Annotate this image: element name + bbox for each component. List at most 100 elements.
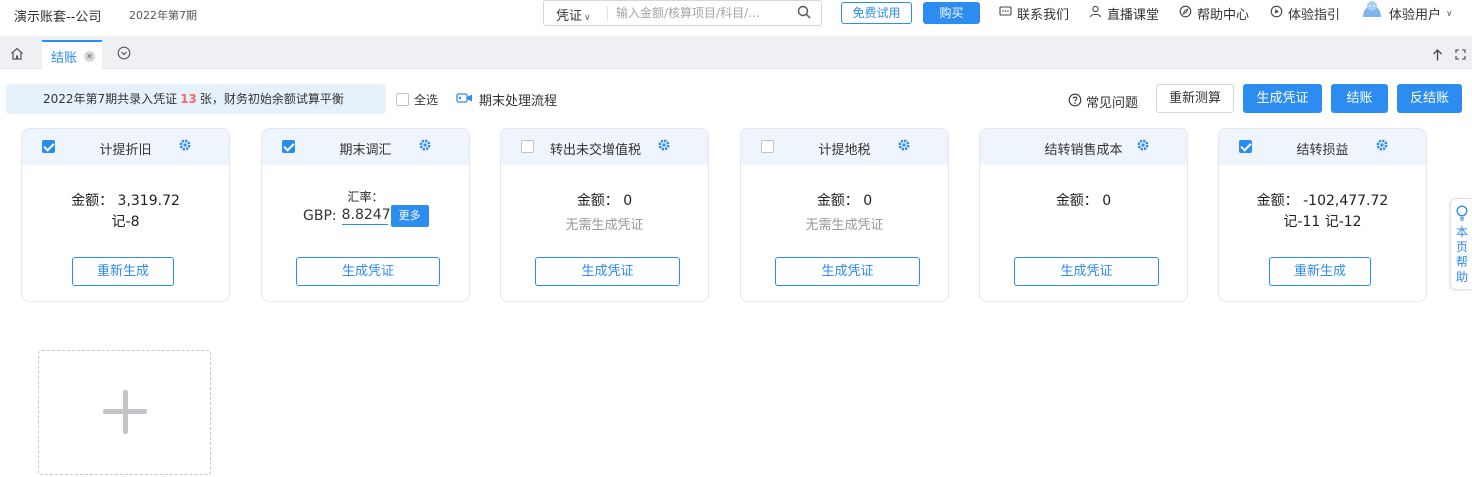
amount-label: 金额： [816,193,859,209]
rate-row: GBP: 8.8247 更多 [303,205,429,227]
plus-vertical [123,390,128,434]
amount-label: 金额： [1055,193,1098,209]
card-amount: 金额： 0 [501,190,708,210]
notice-suffix: 张，财务初始余额试算平衡 [199,92,344,106]
card-header: 计提折旧 [22,129,229,165]
search-type-label: 凭证 [556,9,583,24]
page-help-label: 本页帮助 [1455,225,1468,284]
close-icon[interactable]: ✕ [84,51,95,62]
free-trial-button[interactable]: 免费试用 [841,2,912,24]
card-amount: 金额： 3,319.72 [22,190,229,210]
flow-link-label: 期末处理流程 [479,94,558,109]
card-title: 结转损益 [1296,143,1349,158]
card-amount: 金额： 0 [741,190,948,210]
fullscreen-icon[interactable] [1455,49,1466,64]
live-class-link[interactable]: 直播课堂 [1089,4,1159,23]
checkbox-box [396,93,409,106]
gear-icon[interactable] [419,139,431,155]
accounting-period: 2022年第7期 [129,9,197,22]
search-icon[interactable] [797,5,812,24]
card-header: 结转损益 [1219,129,1426,165]
divider [607,6,608,21]
rate-input[interactable]: 8.8247 [341,207,391,225]
amount-value: 0 [863,193,873,209]
card-title: 转出未交增值税 [549,143,641,158]
card-amount: 金额： 0 [980,190,1187,210]
card-title: 计提地税 [818,143,871,158]
card-vat-transfer: 转出未交增值税 金额： 0 无需生成凭证 生成凭证 [500,128,709,302]
tab-close-period[interactable]: 结账 ✕ [42,40,102,69]
gear-icon[interactable] [898,139,910,155]
chevron-down-icon: ∨ [1446,8,1453,19]
reverse-close-button[interactable]: 反结账 [1397,84,1462,113]
amount-value: 0 [1102,193,1112,209]
regenerate-button[interactable]: 重新生成 [72,257,174,286]
live-class-label: 直播课堂 [1107,8,1160,23]
card-header: 转出未交增值税 [501,129,708,165]
card-title: 期末调汇 [339,143,392,158]
card-amount: 金额： -102,477.72 [1219,190,1426,210]
close-period-button[interactable]: 结账 [1331,84,1388,113]
amount-label: 金额： [1256,193,1299,209]
faq-label: 常见问题 [1086,96,1139,111]
user-menu[interactable]: 体验用户 ∨ [1389,4,1453,23]
generate-voucher-button[interactable]: 生成凭证 [1014,257,1159,286]
no-voucher-note: 无需生成凭证 [805,218,884,233]
person-icon [1089,5,1102,22]
voucher-ref[interactable]: 记-8 [22,211,229,231]
chat-icon [999,5,1012,22]
card-header: 计提地税 [741,129,948,165]
help-center-label: 帮助中心 [1197,8,1250,23]
search-type-select[interactable]: 凭证 ∨ [556,5,591,24]
company-name[interactable]: 演示账套--公司 [14,6,101,25]
compass-icon [1179,5,1192,22]
experience-guide-link[interactable]: 体验指引 [1270,4,1340,23]
video-icon [456,92,473,108]
avatar[interactable] [1361,0,1383,18]
voucher-summary-notice: 2022年第7期共录入凭证 13 张，财务初始余额试算平衡 [6,84,386,114]
select-all-checkbox[interactable]: 全选 [396,91,438,108]
play-icon [1270,5,1283,22]
experience-guide-label: 体验指引 [1288,8,1341,23]
user-name: 体验用户 [1389,8,1442,23]
home-icon[interactable] [10,47,24,64]
period-end-flow-link[interactable]: 期末处理流程 [456,90,557,109]
search-input[interactable] [616,4,786,22]
tab-list-icon[interactable] [117,46,131,64]
card-exchange-adjust: 期末调汇 汇率： GBP: 8.8247 更多 生成凭证 [261,128,470,302]
amount-label: 金额： [576,193,619,209]
gear-icon[interactable] [658,139,670,155]
generate-voucher-button[interactable]: 生成凭证 [535,257,680,286]
amount-value: -102,477.72 [1303,193,1389,209]
generate-voucher-button[interactable]: 生成凭证 [296,257,440,286]
notice-prefix: 2022年第7期共录入凭证 [43,92,178,106]
voucher-ref[interactable]: 记-11 记-12 [1219,211,1426,231]
buy-button[interactable]: 购买 [923,2,980,24]
currency-code: GBP: [303,208,337,224]
gear-icon[interactable] [1137,139,1149,155]
no-voucher-note: 无需生成凭证 [565,218,644,233]
contact-us-link[interactable]: 联系我们 [999,4,1069,23]
arrow-up-icon[interactable] [1432,49,1443,65]
more-rates-button[interactable]: 更多 [390,205,429,227]
global-search: 凭证 ∨ [543,0,822,26]
remeasure-button[interactable]: 重新测算 [1156,84,1234,113]
card-header: 结转销售成本 [980,129,1187,165]
tab-bar: 结账 ✕ [0,36,1472,69]
generate-voucher-button[interactable]: 生成凭证 [1243,84,1322,113]
page-help-tab[interactable]: 本页帮助 [1450,198,1472,290]
rate-label: 汇率： [347,190,384,204]
chevron-down-icon: ∨ [584,13,591,23]
generate-voucher-button[interactable]: 生成凭证 [775,257,920,286]
top-bar: 演示账套--公司 2022年第7期 凭证∨ 免费试用 购买 联系我们 直播课堂 … [0,0,1472,36]
closing-toolbar: 2022年第7期共录入凭证 13 张，财务初始余额试算平衡 全选 期末处理流程 常见… [0,80,1472,118]
gear-icon[interactable] [179,139,191,155]
amount-label: 金额： [71,193,114,209]
faq-link[interactable]: 常见问题 [1068,92,1138,111]
add-template-card[interactable] [38,350,211,475]
gear-icon[interactable] [1376,139,1388,155]
regenerate-button[interactable]: 重新生成 [1269,257,1371,286]
card-depreciation: 计提折旧 金额： 3,319.72 记-8 重新生成 [21,128,230,302]
help-center-link[interactable]: 帮助中心 [1179,4,1249,23]
card-title: 计提折旧 [99,143,152,158]
